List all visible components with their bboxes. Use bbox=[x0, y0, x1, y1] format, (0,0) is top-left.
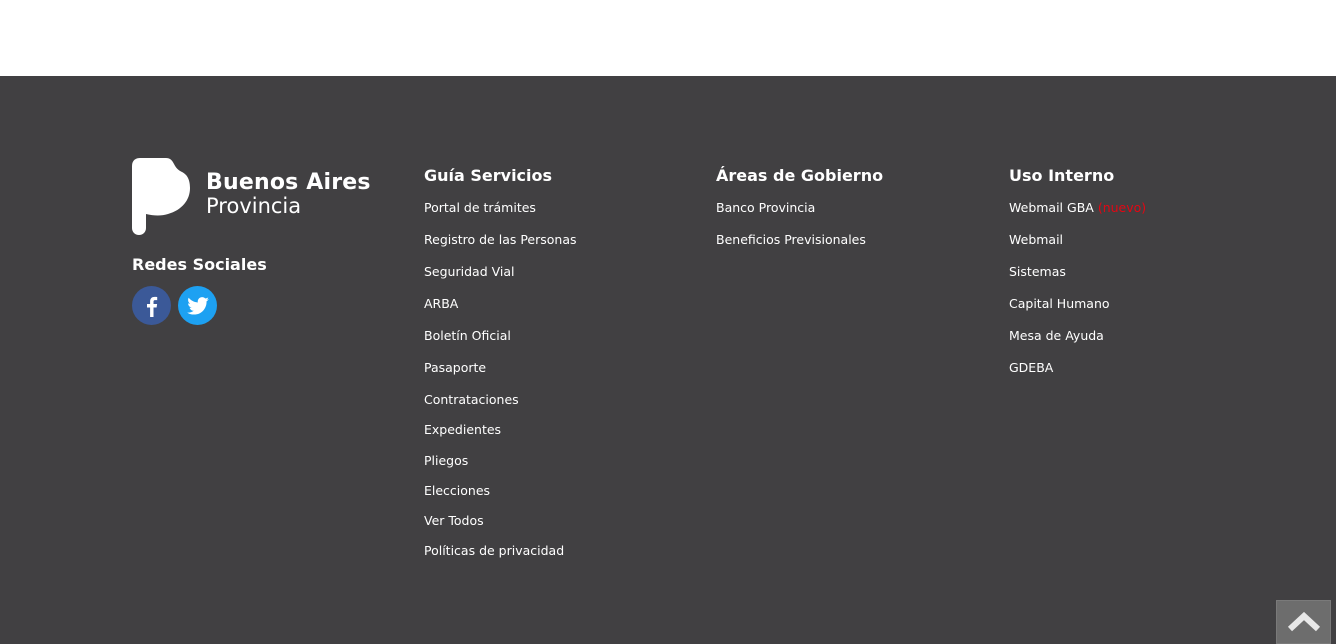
link-registro-personas[interactable]: Registro de las Personas bbox=[424, 232, 577, 247]
list-item: Sistemas bbox=[1009, 263, 1146, 295]
facebook-button[interactable] bbox=[132, 286, 171, 325]
page-content-area bbox=[0, 0, 1336, 76]
list-item: GDEBA bbox=[1009, 359, 1146, 391]
link-beneficios-previsionales[interactable]: Beneficios Previsionales bbox=[716, 232, 866, 247]
list-item: Banco Provincia bbox=[716, 199, 866, 231]
logo-line-1: Buenos Aires bbox=[206, 170, 371, 195]
link-sistemas[interactable]: Sistemas bbox=[1009, 264, 1066, 279]
facebook-icon bbox=[146, 296, 157, 317]
scroll-to-top-button[interactable] bbox=[1276, 600, 1331, 644]
twitter-icon bbox=[186, 296, 209, 315]
link-expedientes[interactable]: Expedientes bbox=[424, 422, 501, 437]
social-title: Redes Sociales bbox=[132, 255, 267, 274]
list-item: Seguridad Vial bbox=[424, 263, 577, 295]
link-webmail-gba[interactable]: Webmail GBA bbox=[1009, 200, 1094, 215]
site-footer: Buenos Aires Provincia Redes Sociales Gu… bbox=[0, 76, 1336, 644]
link-boletin-oficial[interactable]: Boletín Oficial bbox=[424, 328, 511, 343]
list-item: Webmail bbox=[1009, 231, 1146, 263]
buenos-aires-logo[interactable]: Buenos Aires Provincia bbox=[132, 156, 371, 236]
list-item: Pasaporte bbox=[424, 359, 577, 391]
uso-interno-title: Uso Interno bbox=[1009, 166, 1115, 185]
link-capital-humano[interactable]: Capital Humano bbox=[1009, 296, 1110, 311]
guia-servicios-title: Guía Servicios bbox=[424, 166, 553, 185]
link-seguridad-vial[interactable]: Seguridad Vial bbox=[424, 264, 514, 279]
list-item: Webmail GBA (nuevo) bbox=[1009, 199, 1146, 231]
list-item: Mesa de Ayuda bbox=[1009, 327, 1146, 359]
list-item: Elecciones bbox=[424, 482, 577, 512]
logo-line-2: Provincia bbox=[206, 194, 302, 218]
list-item: Pliegos bbox=[424, 452, 577, 482]
list-item: ARBA bbox=[424, 295, 577, 327]
list-item: Capital Humano bbox=[1009, 295, 1146, 327]
link-portal-tramites[interactable]: Portal de trámites bbox=[424, 200, 536, 215]
link-mesa-ayuda[interactable]: Mesa de Ayuda bbox=[1009, 328, 1104, 343]
link-elecciones[interactable]: Elecciones bbox=[424, 483, 490, 498]
link-contrataciones[interactable]: Contrataciones bbox=[424, 392, 519, 407]
list-item: Ver Todos bbox=[424, 512, 577, 542]
provincia-logo-mark-icon bbox=[132, 158, 190, 235]
link-politicas-privacidad[interactable]: Políticas de privacidad bbox=[424, 543, 564, 558]
link-pasaporte[interactable]: Pasaporte bbox=[424, 360, 486, 375]
list-item: Registro de las Personas bbox=[424, 231, 577, 263]
link-ver-todos[interactable]: Ver Todos bbox=[424, 513, 484, 528]
list-item: Expedientes bbox=[424, 421, 577, 451]
guia-servicios-links: Portal de trámites Registro de las Perso… bbox=[424, 199, 577, 573]
twitter-button[interactable] bbox=[178, 286, 217, 325]
link-pliegos[interactable]: Pliegos bbox=[424, 453, 468, 468]
link-arba[interactable]: ARBA bbox=[424, 296, 458, 311]
link-banco-provincia[interactable]: Banco Provincia bbox=[716, 200, 815, 215]
new-badge: (nuevo) bbox=[1097, 200, 1147, 215]
areas-gobierno-links: Banco Provincia Beneficios Previsionales bbox=[716, 199, 866, 263]
list-item: Boletín Oficial bbox=[424, 327, 577, 359]
uso-interno-links: Webmail GBA (nuevo) Webmail Sistemas Cap… bbox=[1009, 199, 1146, 391]
social-icons bbox=[132, 286, 217, 325]
link-gdeba[interactable]: GDEBA bbox=[1009, 360, 1053, 375]
list-item: Políticas de privacidad bbox=[424, 542, 577, 572]
list-item: Portal de trámites bbox=[424, 199, 577, 231]
chevron-up-icon bbox=[1287, 612, 1320, 632]
areas-gobierno-title: Áreas de Gobierno bbox=[716, 166, 884, 185]
list-item: Contrataciones bbox=[424, 391, 577, 421]
list-item: Beneficios Previsionales bbox=[716, 231, 866, 263]
link-webmail[interactable]: Webmail bbox=[1009, 232, 1063, 247]
